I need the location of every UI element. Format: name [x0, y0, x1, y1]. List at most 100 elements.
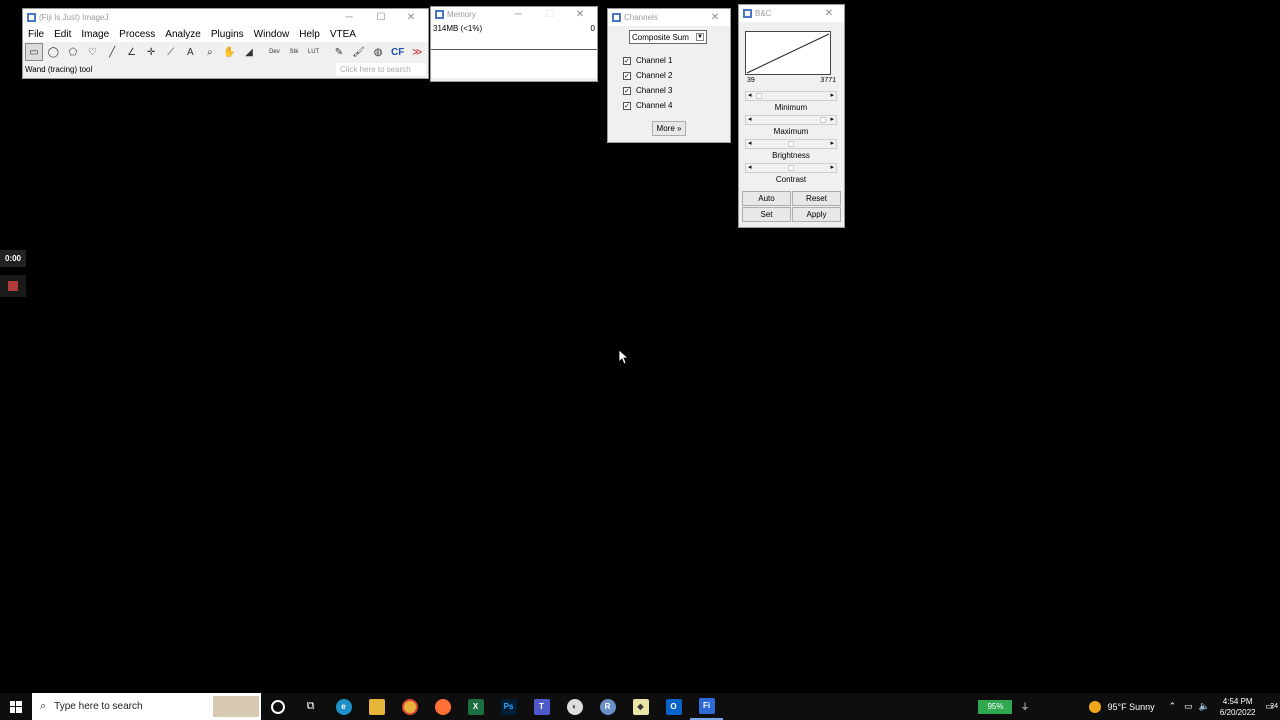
magnifier-tool-icon[interactable]: ⌕	[201, 43, 219, 61]
menu-edit[interactable]: Edit	[49, 29, 76, 40]
line-tool-icon[interactable]: ╱	[103, 43, 121, 61]
taskbar-chrome[interactable]	[393, 693, 426, 720]
channel-3-checkbox[interactable]: ✓ Channel 3	[623, 86, 672, 95]
maximize-icon[interactable]: ☐	[366, 9, 396, 26]
close-icon[interactable]: ✕	[396, 9, 426, 26]
taskbar-firefox[interactable]	[426, 693, 459, 720]
cortana-button[interactable]	[261, 693, 294, 720]
arrow-left-icon[interactable]: ◂	[748, 139, 752, 147]
taskbar-search-input[interactable]: ⌕ Type here to search	[32, 693, 261, 720]
oval-tool-icon[interactable]: ◯	[45, 43, 63, 61]
speaker-icon[interactable]: 🔈	[1199, 701, 1210, 712]
fiji-titlebar[interactable]: (Fiji Is Just) ImageJ ─ ☐ ✕	[23, 9, 428, 26]
arrow-right-icon[interactable]: ▸	[830, 139, 834, 147]
arrow-left-icon[interactable]: ◂	[748, 115, 752, 123]
point-tool-icon[interactable]: ✛	[142, 43, 160, 61]
checkbox-icon: ✓	[623, 56, 631, 65]
menu-analyze[interactable]: Analyze	[160, 29, 206, 40]
flood-fill-tool-icon[interactable]: ◍	[369, 43, 387, 61]
taskbar-outlook[interactable]: O	[657, 693, 690, 720]
channel-4-checkbox[interactable]: ✓ Channel 4	[623, 101, 672, 110]
text-tool-icon[interactable]: A	[182, 43, 200, 61]
minimize-icon[interactable]: ─	[503, 7, 533, 22]
windows-icon	[10, 700, 22, 713]
network-icon[interactable]: ▭	[1184, 701, 1193, 712]
weather-text[interactable]: 95°F Sunny	[1107, 702, 1154, 712]
cf-tool-icon[interactable]: CF	[389, 43, 407, 61]
slider-thumb[interactable]	[820, 117, 826, 123]
menu-window[interactable]: Window	[249, 29, 295, 40]
more-button[interactable]: More »	[652, 121, 686, 136]
start-button[interactable]	[0, 693, 32, 720]
menu-help[interactable]: Help	[294, 29, 325, 40]
color-picker-tool-icon[interactable]: ◢	[240, 43, 258, 61]
composite-mode-select[interactable]: Composite Sum ▼	[629, 30, 707, 44]
angle-tool-icon[interactable]: ∠	[123, 43, 141, 61]
folder-icon	[368, 698, 385, 715]
taskbar-3d-app[interactable]: ◆	[624, 693, 657, 720]
rectangle-tool-icon[interactable]: ▭	[25, 43, 43, 61]
pencil-tool-icon[interactable]: ✎	[330, 43, 348, 61]
taskbar-r[interactable]: R	[591, 693, 624, 720]
slider-thumb[interactable]	[756, 93, 762, 99]
edge-icon: e	[335, 698, 352, 715]
menu-vtea[interactable]: VTEA	[325, 29, 361, 40]
clock[interactable]: 4:54 PM 6/20/2022	[1220, 696, 1256, 718]
stop-recording-button[interactable]	[0, 275, 26, 297]
taskbar-app-badge[interactable]: ◐	[558, 693, 591, 720]
polygon-tool-icon[interactable]: ⬠	[64, 43, 82, 61]
channel-1-checkbox[interactable]: ✓ Channel 1	[623, 56, 672, 65]
reset-button[interactable]: Reset	[792, 191, 841, 206]
channel-2-checkbox[interactable]: ✓ Channel 2	[623, 71, 672, 80]
wand-tool-icon[interactable]: ⟋	[162, 43, 180, 61]
brightness-slider[interactable]: ◂ ▸	[745, 139, 837, 149]
menu-image[interactable]: Image	[76, 29, 114, 40]
stk-tool-icon[interactable]: Stk	[285, 43, 303, 61]
auto-button[interactable]: Auto	[742, 191, 791, 206]
task-view-button[interactable]: ⧉	[294, 693, 327, 720]
lut-tool-icon[interactable]: LUT	[305, 43, 323, 61]
menu-process[interactable]: Process	[114, 29, 160, 40]
bc-titlebar[interactable]: B&C ✕	[739, 5, 844, 22]
more-tools-icon[interactable]: ≫	[408, 43, 426, 61]
taskbar-fiji[interactable]: Fi	[690, 693, 723, 720]
arrow-right-icon[interactable]: ▸	[830, 91, 834, 99]
brush-tool-icon[interactable]: 🖌	[350, 43, 368, 61]
arrow-left-icon[interactable]: ◂	[748, 163, 752, 171]
channel-2-label: Channel 2	[636, 71, 673, 80]
set-button[interactable]: Set	[742, 207, 791, 222]
close-icon[interactable]: ✕	[565, 7, 595, 22]
contrast-label: Contrast	[775, 175, 807, 184]
taskbar-edge[interactable]: e	[327, 693, 360, 720]
arrow-left-icon[interactable]: ◂	[748, 91, 752, 99]
apply-button[interactable]: Apply	[792, 207, 841, 222]
hand-tool-icon[interactable]: ✋	[221, 43, 239, 61]
menu-file[interactable]: File	[23, 29, 49, 40]
memory-titlebar[interactable]: Memory ─ ☐ ✕	[431, 7, 597, 22]
chevron-up-icon[interactable]: ⌃	[1169, 701, 1177, 712]
slider-thumb[interactable]	[788, 165, 794, 171]
taskbar-photoshop[interactable]: Ps	[492, 693, 525, 720]
bc-title: B&C	[755, 9, 772, 18]
taskbar-excel[interactable]: X	[459, 693, 492, 720]
battery-indicator[interactable]: 95%	[978, 699, 1013, 714]
taskbar-file-explorer[interactable]	[360, 693, 393, 720]
minimize-icon[interactable]: ─	[334, 9, 364, 26]
taskbar-teams[interactable]: T	[525, 693, 558, 720]
maximum-slider[interactable]: ◂ ▸	[745, 115, 837, 125]
slider-thumb[interactable]	[788, 141, 794, 147]
notification-icon[interactable]: ▭ 24	[1265, 701, 1278, 712]
close-icon[interactable]: ✕	[700, 9, 730, 26]
memory-graph[interactable]	[431, 49, 597, 78]
minimum-slider[interactable]: ◂ ▸	[745, 91, 837, 101]
fiji-search-input[interactable]: Click here to search	[336, 62, 426, 76]
contrast-slider[interactable]: ◂ ▸	[745, 163, 837, 173]
menu-plugins[interactable]: Plugins	[206, 29, 249, 40]
maximize-icon[interactable]: ☐	[535, 7, 565, 22]
arrow-right-icon[interactable]: ▸	[830, 163, 834, 171]
dev-tool-icon[interactable]: Dev	[266, 43, 284, 61]
close-icon[interactable]: ✕	[814, 5, 844, 22]
arrow-right-icon[interactable]: ▸	[830, 115, 834, 123]
channels-titlebar[interactable]: Channels ✕	[608, 9, 730, 26]
freehand-tool-icon[interactable]: ♡	[84, 43, 102, 61]
